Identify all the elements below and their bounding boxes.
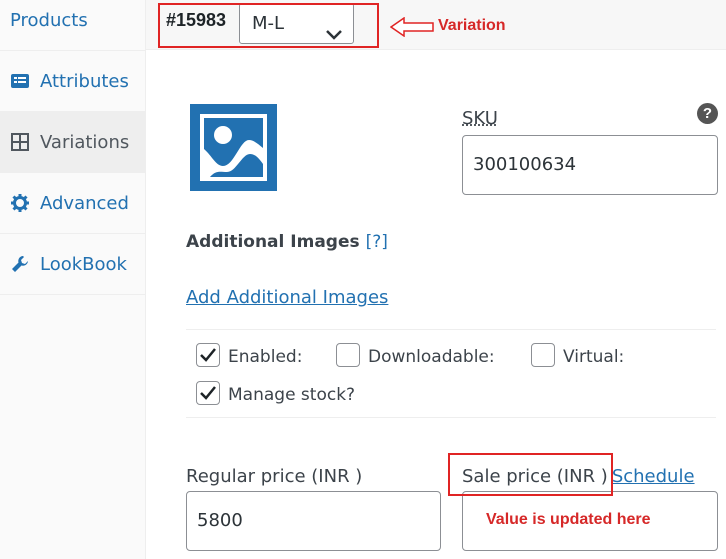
sidebar-item-label: Attributes	[40, 70, 129, 92]
sale-price-annotation-box	[448, 453, 613, 496]
manage-stock-label: Manage stock?	[228, 385, 356, 405]
sale-price-annotation-note: Value is updated here	[486, 511, 651, 528]
regular-price-input[interactable]: 5800	[186, 491, 441, 551]
grid-icon	[10, 132, 30, 152]
virtual-checkbox[interactable]	[531, 343, 555, 367]
checkmark-icon	[200, 386, 216, 400]
sku-input[interactable]: 300100634	[462, 135, 718, 195]
wrench-icon	[10, 254, 30, 274]
manage-stock-checkbox[interactable]	[196, 381, 220, 405]
help-icon[interactable]: ?	[697, 103, 718, 124]
checkmark-icon	[200, 348, 216, 362]
variation-annotation-box	[158, 3, 379, 48]
virtual-label: Virtual:	[563, 347, 625, 367]
gear-icon	[10, 193, 30, 213]
regular-price-label: Regular price (INR )	[186, 466, 363, 487]
sku-label: SKU	[462, 108, 498, 129]
add-additional-images-link[interactable]: Add Additional Images	[186, 287, 388, 308]
divider	[186, 329, 716, 330]
product-data-tabs: Products Attributes Variations Advanced …	[0, 0, 146, 559]
sidebar-item-label: Advanced	[40, 192, 129, 214]
sidebar-item-lookbook[interactable]: LookBook	[0, 234, 146, 295]
variation-image-upload[interactable]	[190, 104, 277, 191]
variation-annotation-label: Variation	[438, 17, 506, 34]
left-arrow-annotation-icon	[389, 16, 434, 41]
sidebar-item-label: Products	[10, 9, 88, 31]
downloadable-label: Downloadable:	[368, 347, 495, 367]
divider	[186, 417, 716, 418]
sidebar-item-advanced[interactable]: Advanced	[0, 173, 146, 234]
sidebar-item-products[interactable]: Products	[0, 0, 146, 51]
sidebar-item-label: Variations	[40, 131, 130, 153]
sidebar-item-label: LookBook	[40, 253, 127, 275]
additional-images-help-link[interactable]: [?]	[366, 232, 388, 252]
schedule-link[interactable]: Schedule	[612, 466, 695, 487]
enabled-label: Enabled:	[228, 347, 303, 367]
sidebar-item-variations[interactable]: Variations	[0, 112, 146, 173]
enabled-checkbox[interactable]	[196, 343, 220, 367]
downloadable-checkbox[interactable]	[336, 343, 360, 367]
sidebar-item-attributes[interactable]: Attributes	[0, 51, 146, 112]
image-placeholder-icon	[190, 104, 277, 191]
additional-images-heading: Additional Images	[186, 232, 360, 252]
list-icon	[10, 71, 30, 91]
additional-images-title: Additional Images [?]	[186, 232, 388, 252]
